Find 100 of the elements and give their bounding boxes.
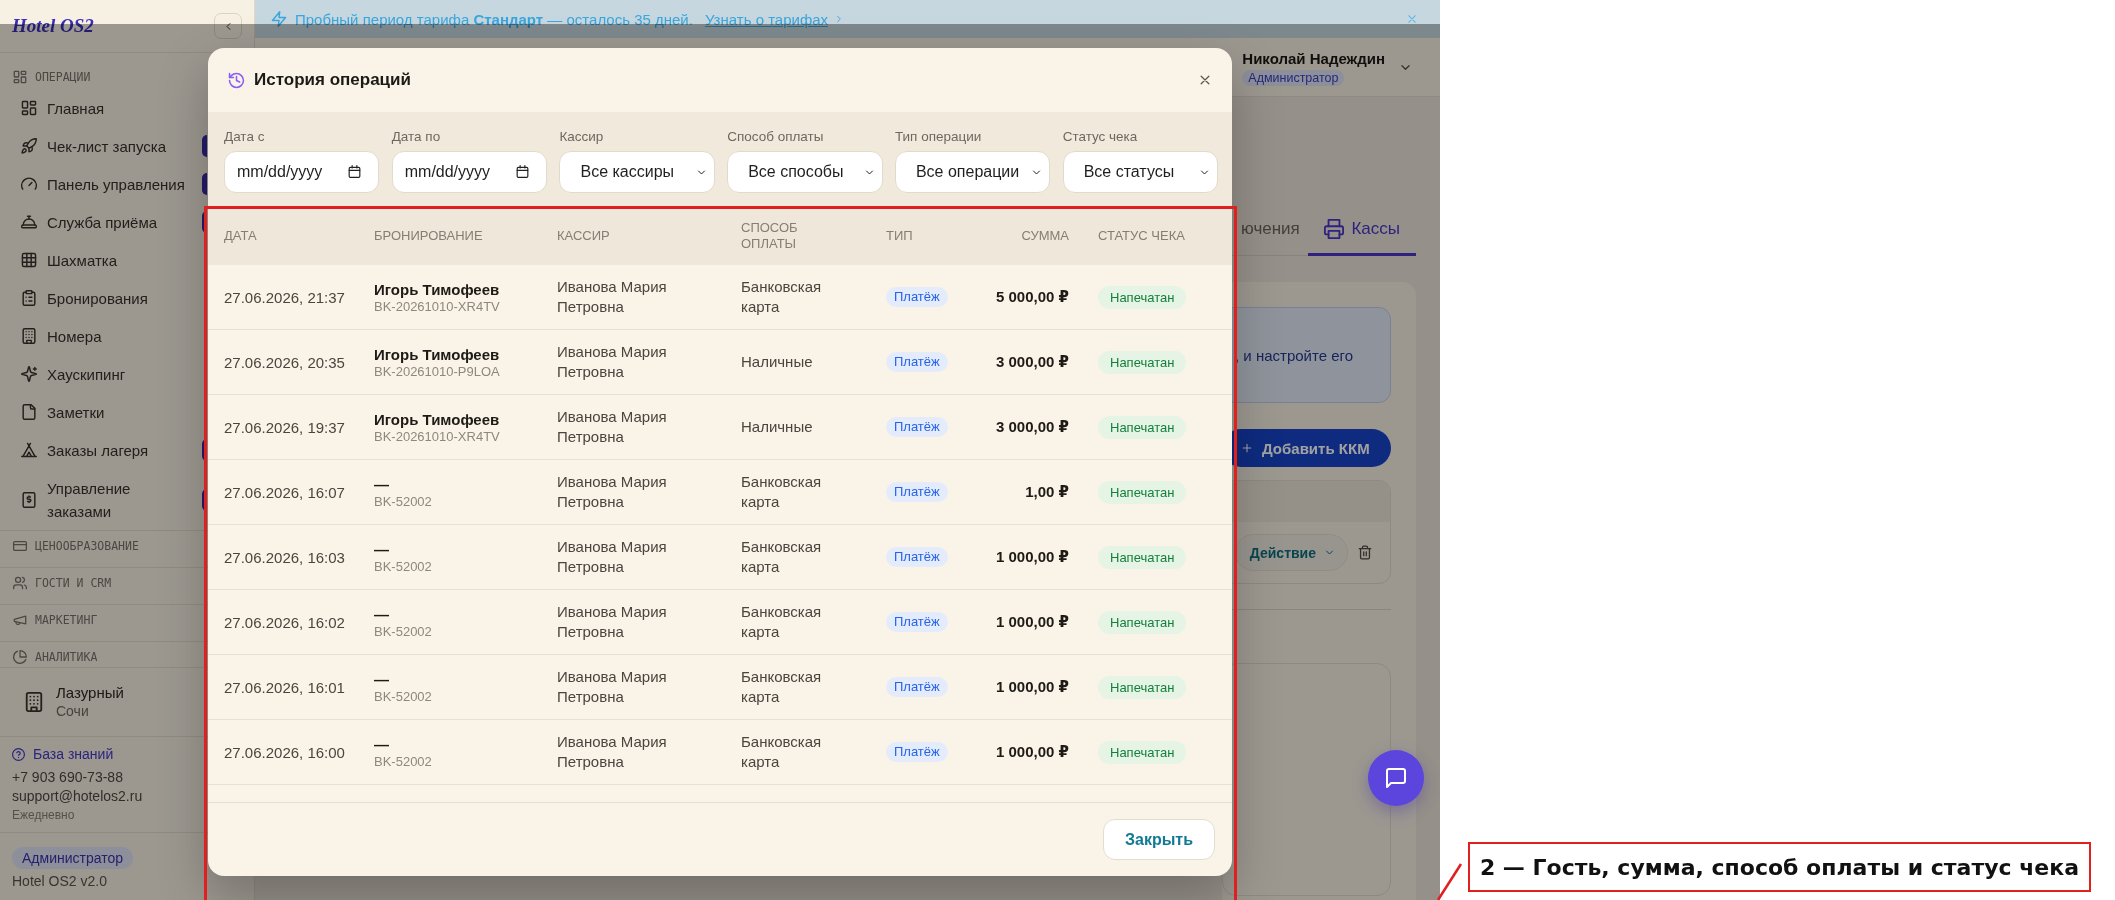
type-badge: Платёж [886,482,948,502]
clipboard-icon [21,290,37,306]
printer-icon [1324,219,1345,239]
action-dropdown[interactable]: Действие [1234,534,1348,571]
section-header[interactable]: МАРКЕТИНГ [0,605,207,641]
cashier-name: Иванова Мария Петровна [557,342,668,382]
collapse-button[interactable] [214,13,242,39]
amount-text: 1,00 ₽ [1025,483,1069,501]
dropdown[interactable]: Все способы [727,151,883,193]
date-text: 27.06.2026, 16:01 [224,678,345,696]
pie-chart-icon [13,650,27,664]
nav-item[interactable]: Чек-лист запуска [0,127,207,165]
column-header: ДАТА [224,227,257,244]
layout-grid-icon [13,70,27,84]
type-badge: Платёж [886,612,948,632]
type-badge: Платёж [886,677,948,697]
building-icon [21,328,37,344]
guest-name: Игорь Тимофеев [374,410,500,429]
section-header[interactable]: ОПЕРАЦИИ [0,65,207,89]
rocket-icon [21,138,37,154]
guest-name: Игорь Тимофеев [374,280,500,299]
amount-text: 1 000,00 ₽ [996,613,1069,631]
gauge-icon [21,176,37,192]
dropdown[interactable]: Все статусы [1062,151,1218,193]
support-email: support@hotelos2.ru [12,787,143,806]
status-badge: Напечатан [1098,610,1187,634]
role-badge: Администратор [12,847,133,869]
megaphone-icon [13,613,27,627]
cashier-name: Иванова Мария Петровна [557,667,668,707]
dropdown[interactable]: Все кассиры [559,151,715,193]
history-icon [228,71,245,89]
date-text: 27.06.2026, 16:07 [224,483,345,501]
nav-item[interactable]: Бронирования [0,279,207,317]
tent-icon [21,442,37,458]
filter-label: Статус чека [1062,128,1139,145]
date-field[interactable]: mm/dd/yyyy [391,151,548,193]
dialog-title: История операций [254,70,411,90]
nav-item[interactable]: Шахматка [0,241,207,279]
leader-line [1436,863,1463,900]
date-text: 27.06.2026, 21:37 [224,288,345,306]
knowledge-base-link[interactable]: База знаний [12,744,114,764]
role-badge: Администратор [1242,69,1345,86]
calendar-icon [348,165,362,178]
support-hours: Ежедневно [12,807,75,824]
tab[interactable]: Кассы [1308,205,1416,256]
guest-name: — [374,735,389,754]
amount-text: 5 000,00 ₽ [996,288,1069,306]
booking-code: BK-52002 [374,623,432,639]
booking-code: BK-52002 [374,753,432,769]
column-header: СПОСОБ ОПЛАТЫ [741,219,799,252]
calendar-icon [516,165,530,178]
close-button[interactable]: Закрыть [1103,819,1215,860]
booking-code: BK-52002 [374,688,432,704]
user-name: Николай Надеждин [1242,48,1385,68]
annotation-label: 2 — Гость, сумма, способ оплаты и статус чека [1467,842,2091,892]
status-badge: Напечатан [1098,480,1187,504]
close-button[interactable] [1198,73,1212,87]
property-name: Лазурный [56,684,124,702]
dollar-receipt-icon [21,491,37,508]
people-icon [13,576,27,590]
nav-item[interactable]: Номера [0,317,207,355]
type-badge: Платёж [886,287,948,307]
section-header[interactable]: ГОСТИ И CRM [0,568,207,604]
nav-item[interactable]: Панель управления [0,165,207,203]
date-text: 27.06.2026, 16:03 [224,548,345,566]
dropdown[interactable]: Все операции [894,151,1051,193]
type-badge: Платёж [886,547,948,567]
plus-icon [1241,442,1253,454]
date-text: 27.06.2026, 16:00 [224,743,345,761]
status-badge: Напечатан [1098,740,1187,764]
guest-name: Игорь Тимофеев [374,345,500,364]
date-field[interactable]: mm/dd/yyyy [224,151,380,193]
section-header[interactable]: ЦЕНООБРАЗОВАНИЕ [0,531,207,567]
version-text: Hotel OS2 v2.0 [12,872,107,891]
date-text: 27.06.2026, 19:37 [224,418,345,436]
column-header: БРОНИРОВАНИЕ [374,227,483,244]
cashier-name: Иванова Мария Петровна [557,732,668,772]
sparkle-icon [21,366,37,382]
booking-code: BK-20261010-XR4TV [374,298,500,314]
status-badge: Напечатан [1098,415,1187,439]
column-header: СУММА [1021,227,1069,244]
section-header[interactable]: АНАЛИТИКА [0,642,207,667]
tab[interactable]: ючения [1222,205,1304,256]
filter-label: Способ оплаты [727,128,825,145]
status-badge: Напечатан [1098,285,1187,309]
amount-text: 1 000,00 ₽ [996,548,1069,566]
filter-label: Тип операции [894,128,983,145]
trash-icon[interactable] [1358,545,1372,560]
nav-item[interactable]: Хаускипинг [0,355,207,393]
guest-name: — [374,670,389,689]
status-badge: Напечатан [1098,545,1187,569]
type-badge: Платёж [886,352,948,372]
column-header: ТИП [886,227,913,244]
booking-code: BK-20261010-XR4TV [374,428,500,444]
support-phone: +7 903 690-73-88 [12,768,123,787]
nav-item[interactable]: Заметки [0,393,207,431]
nav-item[interactable]: Главная [0,89,207,127]
payment-method: Наличные [741,417,813,437]
filter-label: Кассир [559,128,605,145]
payment-method: Банковская карта [741,277,823,317]
